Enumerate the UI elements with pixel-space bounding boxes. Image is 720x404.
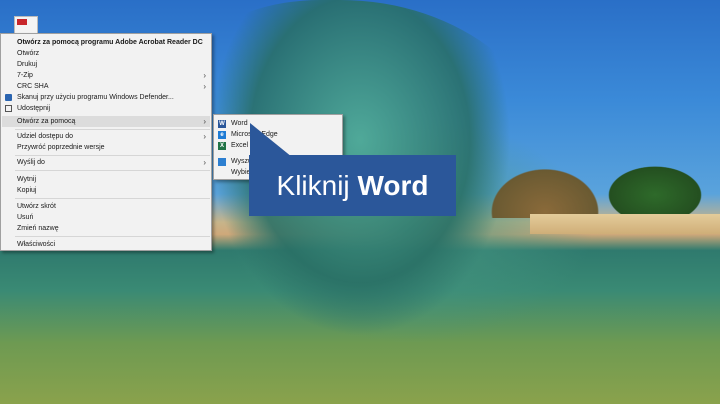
- menu-item-label: Wytnij: [17, 176, 36, 183]
- menu-item-label: Przywróć poprzednie wersje: [17, 144, 105, 151]
- menu-item-label: Otwórz za pomocą programu Adobe Acrobat …: [17, 39, 203, 46]
- menu-item-open-with[interactable]: Otwórz za pomocą ›: [2, 116, 210, 127]
- menu-item-give-access[interactable]: Udziel dostępu do ›: [2, 131, 210, 142]
- share-icon: [5, 105, 12, 112]
- menu-item-open-with-acrobat[interactable]: Otwórz za pomocą programu Adobe Acrobat …: [2, 37, 210, 48]
- menu-item-label: Właściwości: [17, 241, 56, 248]
- chevron-right-icon: ›: [203, 132, 206, 141]
- submenu-item-label: Wybie: [231, 169, 251, 176]
- menu-item-print[interactable]: Drukuj: [2, 59, 210, 70]
- callout-text-bold: Word: [357, 170, 429, 201]
- menu-item-create-shortcut[interactable]: Utwórz skrót: [2, 201, 210, 212]
- excel-icon: X: [218, 142, 226, 150]
- menu-item-label: Udziel dostępu do: [17, 133, 74, 140]
- menu-item-send-to[interactable]: Wyślij do ›: [2, 157, 210, 168]
- chevron-right-icon: ›: [203, 71, 206, 80]
- menu-item-copy[interactable]: Kopiuj: [2, 185, 210, 196]
- menu-separator: [15, 129, 210, 130]
- menu-item-scan-defender[interactable]: Skanuj przy użyciu programu Windows Defe…: [2, 92, 210, 103]
- chevron-right-icon: ›: [203, 117, 206, 126]
- context-menu: Otwórz za pomocą programu Adobe Acrobat …: [0, 33, 212, 251]
- submenu-item-label: Word: [231, 120, 248, 127]
- word-icon: W: [218, 120, 226, 128]
- menu-item-label: Wyślij do: [17, 159, 45, 166]
- chevron-right-icon: ›: [203, 82, 206, 91]
- menu-item-label: Kopiuj: [17, 187, 37, 194]
- menu-item-delete[interactable]: Usuń: [2, 212, 210, 223]
- menu-item-label: Usuń: [17, 214, 34, 221]
- wallpaper-trees: [590, 150, 720, 220]
- callout-pointer: [250, 123, 292, 157]
- menu-item-open[interactable]: Otwórz: [2, 48, 210, 59]
- menu-item-label: Skanuj przy użyciu programu Windows Defe…: [17, 94, 174, 101]
- menu-item-label: 7-Zip: [17, 72, 33, 79]
- menu-item-properties[interactable]: Właściwości: [2, 239, 210, 250]
- defender-icon: [5, 94, 12, 101]
- menu-item-label: Udostępnij: [17, 105, 51, 112]
- chevron-right-icon: ›: [203, 158, 206, 167]
- menu-item-label: Otwórz: [17, 50, 40, 57]
- menu-separator: [15, 170, 210, 171]
- menu-item-7zip[interactable]: 7-Zip ›: [2, 70, 210, 81]
- menu-separator: [15, 198, 210, 199]
- menu-separator: [15, 155, 210, 156]
- menu-item-label: Zmień nazwę: [17, 225, 59, 232]
- menu-separator: [15, 236, 210, 237]
- menu-item-rename[interactable]: Zmień nazwę: [2, 223, 210, 234]
- menu-item-label: CRC SHA: [17, 83, 49, 90]
- menu-item-cut[interactable]: Wytnij: [2, 174, 210, 185]
- menu-item-share[interactable]: Udostępnij: [2, 103, 210, 114]
- menu-item-crc-sha[interactable]: CRC SHA ›: [2, 81, 210, 92]
- callout-kliknij-word: Kliknij Word: [249, 155, 456, 216]
- wallpaper-beach: [530, 214, 720, 234]
- menu-item-label: Utwórz skrót: [17, 203, 56, 210]
- callout-text-regular: Kliknij: [276, 170, 350, 201]
- store-icon: [218, 158, 226, 166]
- menu-item-restore-versions[interactable]: Przywróć poprzednie wersje: [2, 142, 210, 153]
- edge-icon: e: [218, 131, 226, 139]
- menu-item-label: Otwórz za pomocą: [17, 118, 76, 125]
- menu-item-label: Drukuj: [17, 61, 38, 68]
- submenu-item-label: Excel: [231, 142, 249, 149]
